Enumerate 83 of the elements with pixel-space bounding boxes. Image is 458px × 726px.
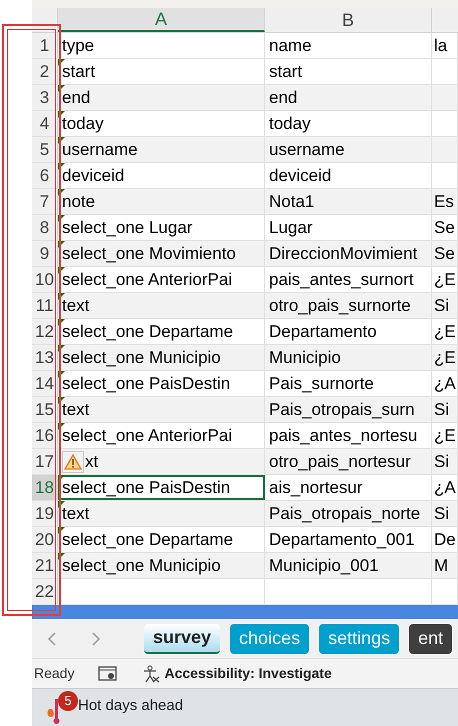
notification-badge: 5 (58, 691, 78, 711)
cell-text: ¿E (434, 268, 456, 291)
cell-text: username (269, 138, 345, 161)
cell-text: deviceid (62, 164, 124, 187)
cell-text: ais_nortesur (269, 476, 363, 499)
cell-text: end (269, 86, 298, 109)
cell-text: select_one Movimiento (62, 242, 236, 265)
row-number[interactable]: 2 (32, 59, 58, 84)
cell-text: Departamento (269, 320, 377, 343)
cell-text: la (434, 34, 448, 57)
chevron-left-icon[interactable] (46, 630, 58, 646)
cell-text: DireccionMovimient (269, 242, 418, 265)
cell-text: Se (434, 216, 455, 239)
cell-text: Si (434, 502, 450, 525)
cell-text: M (434, 554, 448, 577)
row-number[interactable]: 4 (32, 111, 58, 136)
row-number[interactable]: 8 (32, 215, 58, 240)
cell-text: deviceid (269, 164, 332, 187)
accessibility-icon[interactable] (142, 664, 160, 682)
sheet-tab[interactable]: survey (144, 624, 220, 654)
cell-text: select_one Departame (62, 320, 234, 343)
cell-text: select_one AnteriorPai (62, 268, 232, 291)
cell-text: today (269, 112, 311, 135)
cell-text: Municipio_001 (269, 554, 379, 577)
column-header[interactable]: A (58, 8, 265, 32)
accessibility-status[interactable]: Accessibility: Investigate (164, 663, 332, 684)
cell-text: select_one PaisDestin (62, 476, 230, 499)
cell-text: Si (434, 294, 450, 317)
status-text: Ready (34, 664, 74, 683)
column-header[interactable]: B (265, 8, 432, 32)
cell-text: ¿A (434, 476, 456, 499)
cell-text: ¿E (434, 424, 456, 447)
cell-text: select_one Municipio (62, 554, 221, 577)
cell-text: Municipio (269, 346, 341, 369)
cell-text: pais_antes_surnort (269, 268, 414, 291)
row-number[interactable]: 10 (32, 267, 58, 292)
cell-text: note (62, 190, 96, 213)
cell-text: today (62, 112, 104, 135)
sheet-tab[interactable]: ent (409, 624, 452, 654)
row-number[interactable]: 16 (32, 423, 58, 448)
row-number[interactable]: 14 (32, 371, 58, 396)
cell-text: Nota1 (269, 190, 314, 213)
cell-text: De (434, 528, 456, 551)
weather-headline[interactable]: Hot days ahead (78, 695, 184, 718)
cell-text: Pais_otropais_norte (269, 502, 420, 525)
cell-text: pais_antes_nortesu (269, 424, 418, 447)
cell-text: Si (434, 398, 450, 421)
cell-text: Lugar (269, 216, 312, 239)
cell-text: start (62, 60, 96, 83)
cell-text: type (62, 34, 94, 57)
cell-text: text (62, 502, 90, 525)
cell-text: select_one AnteriorPai (62, 424, 232, 447)
cell-text: Es (434, 190, 454, 213)
cell-text: select_one Lugar (62, 216, 192, 239)
row-number[interactable]: 6 (32, 163, 58, 188)
row-number[interactable]: 12 (32, 319, 58, 344)
cell-text: text (62, 294, 90, 317)
cell-text: ¿E (434, 320, 456, 343)
macro-recording-icon[interactable] (98, 666, 118, 682)
cell-text: Si (434, 450, 450, 473)
cell-text: Se (434, 242, 455, 265)
cell-text: Departamento_001 (269, 528, 415, 551)
row-number[interactable]: 1 (32, 33, 58, 58)
cell-text: otro_pais_surnorte (269, 294, 411, 317)
cell-text: select_one PaisDestin (62, 372, 230, 395)
row-number[interactable]: 20 (32, 527, 58, 552)
warning-icon[interactable] (62, 450, 84, 472)
cell-text: name (269, 34, 312, 57)
row-number[interactable]: 18 (32, 475, 58, 500)
cell-text: end (62, 86, 90, 109)
cell-text: Pais_surnorte (269, 372, 374, 395)
chevron-right-icon[interactable] (90, 630, 102, 646)
cell-text: ¿A (434, 372, 456, 395)
cell-text: start (269, 60, 302, 83)
cell-text: text (62, 398, 90, 421)
cell-text: ¿E (434, 346, 456, 369)
cell-text: xt (85, 450, 98, 473)
cell-text: Pais_otropais_surn (269, 398, 415, 421)
cell-text: otro_pais_nortesur (269, 450, 411, 473)
cell-text: select_one Departame (62, 528, 234, 551)
row-number[interactable]: 22 (32, 579, 58, 604)
cell-text: select_one Municipio (62, 346, 221, 369)
cell-text: username (62, 138, 138, 161)
